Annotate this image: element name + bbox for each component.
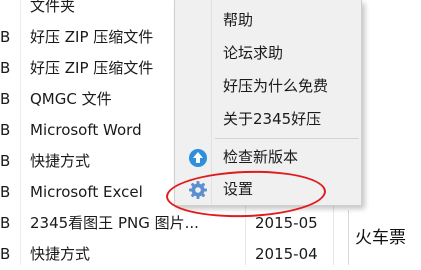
file-type-cell: Microsoft Excel xyxy=(30,183,143,201)
menu-item-label: 检查新版本 xyxy=(223,148,299,166)
menu-item-why-free[interactable]: 好压为什么免费 xyxy=(175,71,361,102)
menu-item-forum-help[interactable]: 论坛求助 xyxy=(175,38,361,69)
file-size-cell: B xyxy=(0,214,11,232)
file-size-cell: B xyxy=(0,121,11,139)
menu-item-label: 帮助 xyxy=(223,11,254,29)
file-size-cell: B xyxy=(0,28,11,46)
menu-item-label: 好压为什么免费 xyxy=(223,77,329,95)
file-size-cell: B xyxy=(0,245,11,263)
file-size-cell: B xyxy=(0,59,11,77)
menu-item-check-update[interactable]: 检查新版本 xyxy=(175,142,361,173)
file-type-cell: 文件夹 xyxy=(30,0,76,15)
file-size-cell: B xyxy=(0,152,11,170)
background-window-text: 火车票 xyxy=(355,228,406,248)
update-arrow-icon xyxy=(188,148,208,168)
menu-item-label: 论坛求助 xyxy=(223,44,284,62)
file-type-cell: Microsoft Word xyxy=(30,121,142,139)
file-type-cell: 好压 ZIP 压缩文件 xyxy=(30,28,154,46)
menu-separator xyxy=(215,138,359,139)
menu-item-about[interactable]: 关于2345好压 xyxy=(175,104,361,135)
file-type-cell: 2345看图王 PNG 图片... xyxy=(30,214,199,232)
menu-item-help[interactable]: 帮助 xyxy=(175,5,361,36)
file-size-cell: B xyxy=(0,90,11,108)
file-date-cell: 2015-04 xyxy=(255,245,318,263)
file-size-cell: B xyxy=(0,183,11,201)
menu-item-label: 关于2345好压 xyxy=(223,110,322,128)
file-type-cell: QMGC 文件 xyxy=(30,90,112,108)
file-type-cell: 好压 ZIP 压缩文件 xyxy=(30,59,154,77)
file-type-cell: 快捷方式 xyxy=(30,245,91,263)
file-type-cell: 快捷方式 xyxy=(30,152,91,170)
background-window[interactable]: 火车票 xyxy=(348,210,421,265)
